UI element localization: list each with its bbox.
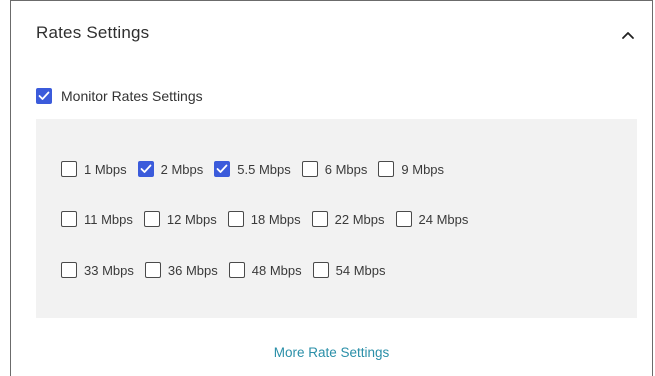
rates-row-2: 11 Mbps 12 Mbps 18 Mbps 22 Mbps 24 Mbps — [61, 211, 479, 227]
rate-checkbox[interactable] — [301, 161, 318, 177]
rate-option[interactable]: 11 Mbps — [61, 211, 133, 227]
rate-label: 11 Mbps — [84, 211, 133, 227]
rate-label: 33 Mbps — [84, 262, 134, 278]
rate-checkbox[interactable] — [312, 262, 329, 278]
section-title: Rates Settings — [36, 23, 150, 42]
rate-option[interactable]: 48 Mbps — [228, 262, 302, 278]
rate-label: 12 Mbps — [166, 211, 217, 227]
rate-option[interactable]: 2 Mbps — [137, 161, 204, 177]
monitor-rates-checkbox-row[interactable]: Monitor Rates Settings — [36, 88, 203, 104]
rate-option[interactable]: 24 Mbps — [395, 211, 469, 227]
rate-option[interactable]: 22 Mbps — [311, 211, 385, 227]
rate-label: 2 Mbps — [160, 161, 204, 177]
rates-settings-panel: Rates Settings Monitor Rates Settings 1 … — [10, 0, 653, 376]
rate-label: 48 Mbps — [251, 262, 302, 278]
more-rate-settings-link[interactable]: More Rate Settings — [11, 345, 652, 360]
chevron-up-icon[interactable] — [620, 27, 636, 43]
rate-option[interactable]: 54 Mbps — [312, 262, 386, 278]
rate-option[interactable]: 1 Mbps — [61, 161, 127, 177]
rate-checkbox[interactable] — [61, 161, 77, 177]
rate-label: 1 Mbps — [84, 161, 127, 177]
rate-option[interactable]: 9 Mbps — [378, 161, 444, 177]
rate-option[interactable]: 36 Mbps — [144, 262, 218, 278]
rate-label: 54 Mbps — [335, 262, 386, 278]
rate-label: 22 Mbps — [334, 211, 385, 227]
rate-checkbox[interactable] — [137, 161, 154, 177]
rate-checkbox[interactable] — [61, 211, 77, 227]
checkmark-icon — [140, 164, 152, 173]
rate-option[interactable]: 6 Mbps — [301, 161, 368, 177]
checkmark-icon — [216, 164, 228, 173]
monitor-rates-label: Monitor Rates Settings — [61, 88, 203, 104]
rates-options-box: 1 Mbps 2 Mbps 5.5 Mbps 6 Mbps 9 Mbps 11 Mbps… — [36, 119, 637, 318]
rate-checkbox[interactable] — [227, 211, 244, 227]
rate-option[interactable]: 12 Mbps — [143, 211, 217, 227]
rate-checkbox[interactable] — [378, 161, 395, 177]
rate-option[interactable]: 33 Mbps — [61, 262, 134, 278]
section-header[interactable]: Rates Settings — [11, 1, 652, 71]
rate-checkbox[interactable] — [228, 262, 245, 278]
rate-label: 36 Mbps — [167, 262, 218, 278]
rate-label: 6 Mbps — [324, 161, 368, 177]
monitor-rates-checkbox[interactable] — [36, 88, 52, 104]
rate-label: 24 Mbps — [418, 211, 469, 227]
rate-checkbox[interactable] — [395, 211, 412, 227]
rate-checkbox[interactable] — [214, 161, 231, 177]
checkmark-icon — [38, 91, 50, 100]
rates-row-1: 1 Mbps 2 Mbps 5.5 Mbps 6 Mbps 9 Mbps — [61, 161, 455, 177]
rate-label: 5.5 Mbps — [237, 161, 291, 177]
rate-checkbox[interactable] — [61, 262, 77, 278]
rate-label: 9 Mbps — [401, 161, 445, 177]
rate-checkbox[interactable] — [144, 262, 161, 278]
rate-checkbox[interactable] — [311, 211, 328, 227]
rate-option[interactable]: 18 Mbps — [227, 211, 301, 227]
rate-label: 18 Mbps — [250, 211, 301, 227]
rates-row-3: 33 Mbps 36 Mbps 48 Mbps 54 Mbps — [61, 262, 397, 278]
rate-checkbox[interactable] — [143, 211, 160, 227]
rate-option[interactable]: 5.5 Mbps — [214, 161, 291, 177]
